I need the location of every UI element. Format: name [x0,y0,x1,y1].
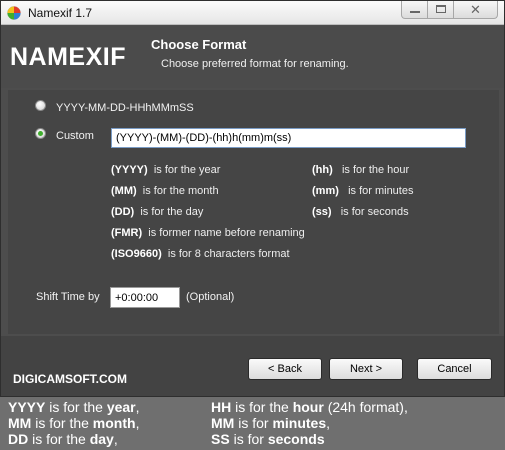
caption-month: MM is for the month, [8,416,139,431]
caption-text: is for [234,415,273,431]
maximize-button[interactable] [427,1,454,19]
caption-text: is for the [45,399,107,415]
legend-year: (YYYY) is for the year [111,164,220,176]
custom-format-radio[interactable] [35,128,46,139]
caption-punct: , [326,415,331,431]
next-button[interactable]: Next > [329,358,403,380]
format-panel: YYYY-MM-DD-HHhMMmSS Custom (YYYY) is for… [8,90,499,334]
legend-code: (ISO9660) [111,248,162,260]
legend-text: is for the year [153,164,221,176]
caption-code: MM [211,415,235,431]
custom-format-label[interactable]: Custom [56,130,94,142]
close-button[interactable]: ✕ [453,1,498,19]
legend-text: is for minutes [348,185,414,197]
caption-code: YYYY [8,399,46,415]
custom-format-input[interactable] [111,128,466,148]
caption-hour: HH is for the hour (24h format), [211,400,408,415]
title-bar[interactable]: Namexif 1.7 ✕ [1,1,504,25]
caption-minutes: MM is for minutes, [211,416,330,431]
caption-text: is for the [31,415,93,431]
cancel-button[interactable]: Cancel [417,358,492,380]
caption-punct: , [135,399,140,415]
minimize-icon [410,11,420,13]
caption-seconds: SS is for seconds [211,432,325,447]
caption-year: YYYY is for the year, [8,400,140,415]
caption-term: month [92,415,136,431]
close-icon: ✕ [470,2,481,17]
wizard-header: NAMEXIF Choose Format Choose preferred f… [1,26,504,88]
caption-term: day [89,431,114,447]
legend-former-name: (FMR) is former name before renaming [111,227,305,239]
app-icon [7,6,21,20]
step-title: Choose Format [151,37,247,52]
caption-term: year [106,399,136,415]
caption-punct: , [135,415,140,431]
step-subtitle: Choose preferred format for renaming. [161,58,349,70]
caption-code: SS [211,431,230,447]
caption-punct: (24h format), [323,399,408,415]
shift-optional-note: (Optional) [186,291,235,303]
caption-term: seconds [267,431,325,447]
namexif-logo: NAMEXIF [10,43,126,71]
caption-code: HH [211,399,232,415]
legend-text: is for the hour [341,164,410,176]
back-button[interactable]: < Back [248,358,322,380]
legend-month: (MM) is for the month [111,185,219,197]
legend-text: is former name before renaming [148,227,305,239]
caption-text: is for the [231,399,293,415]
shift-time-label: Shift Time by [36,291,100,303]
legend-code: (YYYY) [111,164,148,176]
legend-text: is for 8 characters format [167,248,290,260]
legend-hour: (hh) is for the hour [312,164,409,176]
caption-punct: , [113,431,118,447]
minimize-button[interactable] [401,1,428,19]
window-title: Namexif 1.7 [28,6,93,20]
legend-code: (DD) [111,206,135,218]
legend-text: is for the day [140,206,204,218]
legend-code: (mm) [312,185,339,197]
legend-seconds: (ss) is for seconds [312,206,409,218]
preset-format-label[interactable]: YYYY-MM-DD-HHhMMmSS [56,102,194,114]
wizard-footer: DIGICAMSOFT.COM < Back Next > Cancel [1,336,504,396]
caption-code: MM [8,415,32,431]
caption-code: DD [8,431,29,447]
legend-code: (MM) [111,185,137,197]
digicamsoft-logo: DIGICAMSOFT.COM [13,372,127,386]
legend-code: (hh) [312,164,333,176]
legend-code: (FMR) [111,227,143,239]
legend-text: is for seconds [340,206,409,218]
legend-minutes: (mm) is for minutes [312,185,413,197]
caption-term: hour [292,399,324,415]
legend-text: is for the month [142,185,219,197]
caption-text: is for the [28,431,90,447]
caption-day: DD is for the day, [8,432,118,447]
caption-text: is for [229,431,268,447]
legend-day: (DD) is for the day [111,206,203,218]
preset-format-radio[interactable] [35,100,46,111]
shift-time-input[interactable] [110,287,180,308]
namexif-window: Namexif 1.7 ✕ NAMEXIF Choose Format Choo… [0,0,505,397]
maximize-icon [436,5,446,13]
legend-iso9660: (ISO9660) is for 8 characters format [111,248,290,260]
caption-term: minutes [272,415,327,431]
legend-code: (ss) [312,206,332,218]
format-caption: YYYY is for the year, HH is for the hour… [8,400,498,448]
